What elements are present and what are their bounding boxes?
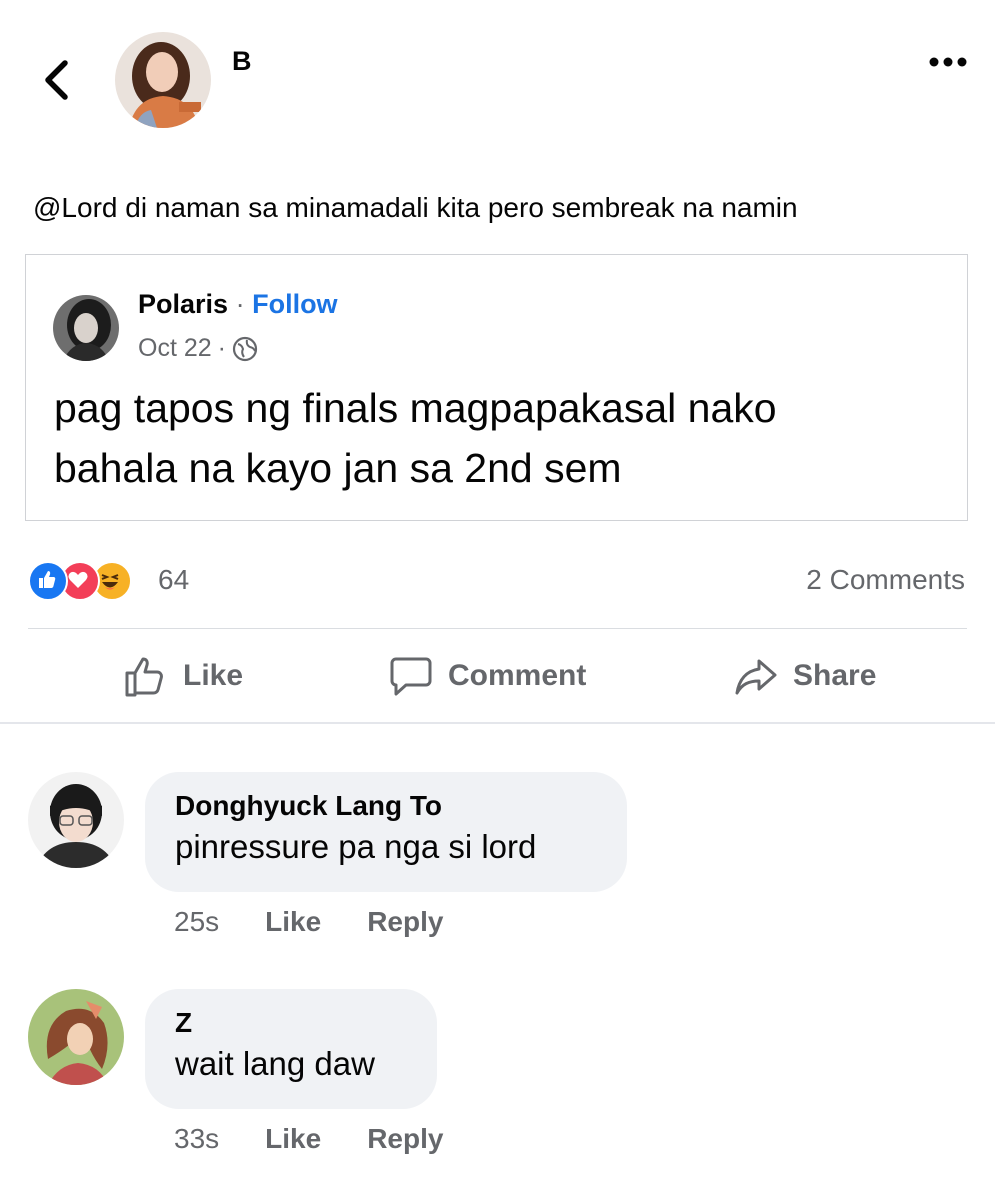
section-divider <box>0 722 995 724</box>
share-label: Share <box>793 659 877 692</box>
divider <box>28 628 967 629</box>
comment-reply-button[interactable]: Reply <box>367 1123 443 1155</box>
poster-name[interactable]: B <box>232 46 252 77</box>
comment-reply-button[interactable]: Reply <box>367 906 443 938</box>
more-options-button[interactable] <box>926 52 970 72</box>
comment-time[interactable]: 33s <box>174 1123 219 1155</box>
poster-avatar[interactable] <box>115 32 211 128</box>
commenter-name[interactable]: Z <box>175 1006 409 1040</box>
reactions-summary[interactable] <box>28 561 132 601</box>
shared-author-name[interactable]: Polaris <box>138 289 228 319</box>
comment-bubble[interactable]: Z wait lang daw <box>145 989 437 1109</box>
shared-post-text: pag tapos ng finals magpapakasal nako ba… <box>54 378 954 498</box>
like-button[interactable]: Like <box>123 650 243 702</box>
globe-icon <box>232 336 258 361</box>
reaction-count[interactable]: 64 <box>158 564 189 596</box>
commenter-name[interactable]: Donghyuck Lang To <box>175 789 599 823</box>
commenter-avatar[interactable] <box>28 772 124 868</box>
back-button[interactable] <box>38 55 78 105</box>
share-arrow-icon <box>735 659 777 695</box>
chevron-left-icon <box>45 60 68 100</box>
comment-time[interactable]: 25s <box>174 906 219 938</box>
comment-button[interactable]: Comment <box>388 650 586 702</box>
like-reaction-icon <box>28 561 68 601</box>
comment-actions: 33s Like Reply <box>174 1123 443 1155</box>
shared-author-avatar[interactable] <box>53 295 119 361</box>
thumbs-up-icon <box>125 657 163 697</box>
comment-like-button[interactable]: Like <box>265 1123 321 1155</box>
shared-author-line: Polaris · Follow <box>138 289 338 320</box>
share-button[interactable]: Share <box>733 650 876 702</box>
speech-bubble-icon <box>390 657 432 696</box>
comment-actions: 25s Like Reply <box>174 906 443 938</box>
comment-text: wait lang daw <box>175 1045 375 1082</box>
shared-post-text-line1: pag tapos ng finals magpapakasal nako <box>54 385 777 431</box>
follow-link[interactable]: Follow <box>252 289 337 319</box>
comment-bubble[interactable]: Donghyuck Lang To pinressure pa nga si l… <box>145 772 627 892</box>
separator-dot: · <box>235 289 245 319</box>
comment-like-button[interactable]: Like <box>265 906 321 938</box>
shared-post-date[interactable]: Oct 22 <box>138 334 212 363</box>
meta-separator: · <box>217 334 226 362</box>
ellipsis-icon <box>929 57 967 67</box>
shared-post-text-line2: bahala na kayo jan sa 2nd sem <box>54 445 622 491</box>
shared-post-meta: Oct 22 · <box>138 334 258 363</box>
commenter-avatar[interactable] <box>28 989 124 1085</box>
comment-label: Comment <box>448 659 587 692</box>
post-text: @Lord di naman sa minamadali kita pero s… <box>33 192 798 223</box>
comment-count[interactable]: 2 Comments <box>806 564 965 596</box>
comment-text: pinressure pa nga si lord <box>175 828 537 865</box>
like-label: Like <box>183 659 244 692</box>
